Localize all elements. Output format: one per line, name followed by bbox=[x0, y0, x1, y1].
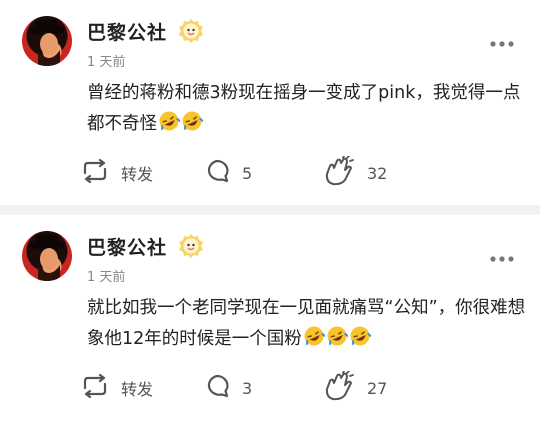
comment-icon bbox=[204, 159, 230, 187]
timestamp: 1 天前 bbox=[87, 270, 126, 285]
username[interactable]: 巴黎公社 bbox=[87, 233, 167, 260]
rofl-emoji-icon bbox=[303, 325, 326, 358]
like-button[interactable]: 27 bbox=[323, 363, 387, 413]
post-text: 就比如我一个老同学现在一见面就痛骂“公知”，你很难想象他12年的时候是一个国粉 bbox=[87, 293, 527, 358]
action-bar: 转发 5 32 bbox=[0, 148, 540, 198]
like-button[interactable]: 32 bbox=[323, 148, 387, 198]
repost-button[interactable]: 转发 bbox=[81, 148, 153, 198]
like-count: 32 bbox=[367, 163, 388, 183]
more-options-icon[interactable] bbox=[489, 34, 515, 47]
comment-count: 5 bbox=[242, 163, 253, 183]
comment-button[interactable]: 3 bbox=[204, 363, 252, 413]
like-count: 27 bbox=[367, 378, 388, 398]
avatar[interactable] bbox=[22, 16, 72, 66]
vip-badge-icon bbox=[178, 233, 204, 259]
comment-button[interactable]: 5 bbox=[204, 148, 252, 198]
rofl-emoji-icon bbox=[326, 325, 349, 358]
post-body: 曾经的蒋粉和德3粉现在摇身一变成了pink，我觉得一点都不奇怪 bbox=[87, 83, 521, 134]
rofl-emoji-icon bbox=[158, 110, 181, 143]
feed: 巴黎公社 1 天前 曾经的蒋粉和德3粉现在摇身一变成了pink，我觉得一点都不奇… bbox=[0, 0, 540, 422]
clap-icon bbox=[323, 155, 355, 190]
repost-button[interactable]: 转发 bbox=[81, 363, 153, 413]
clap-icon bbox=[323, 370, 355, 405]
comment-icon bbox=[204, 374, 230, 402]
rofl-emoji-icon bbox=[181, 110, 204, 143]
repost-label: 转发 bbox=[121, 165, 154, 184]
post-text: 曾经的蒋粉和德3粉现在摇身一变成了pink，我觉得一点都不奇怪 bbox=[87, 78, 527, 143]
action-bar: 转发 3 27 bbox=[0, 363, 540, 413]
post-separator bbox=[0, 205, 540, 215]
post-card[interactable]: 巴黎公社 1 天前 就比如我一个老同学现在一见面就痛骂“公知”，你很难想象他12… bbox=[0, 215, 540, 422]
username[interactable]: 巴黎公社 bbox=[87, 18, 167, 45]
rofl-emoji-icon bbox=[349, 325, 372, 358]
post-card[interactable]: 巴黎公社 1 天前 曾经的蒋粉和德3粉现在摇身一变成了pink，我觉得一点都不奇… bbox=[0, 0, 540, 205]
comment-count: 3 bbox=[242, 378, 253, 398]
vip-badge-icon bbox=[178, 18, 204, 44]
more-options-icon[interactable] bbox=[489, 249, 515, 262]
avatar[interactable] bbox=[22, 231, 72, 281]
repost-icon bbox=[81, 373, 109, 402]
repost-icon bbox=[81, 158, 109, 187]
repost-label: 转发 bbox=[121, 380, 154, 399]
timestamp: 1 天前 bbox=[87, 55, 126, 70]
